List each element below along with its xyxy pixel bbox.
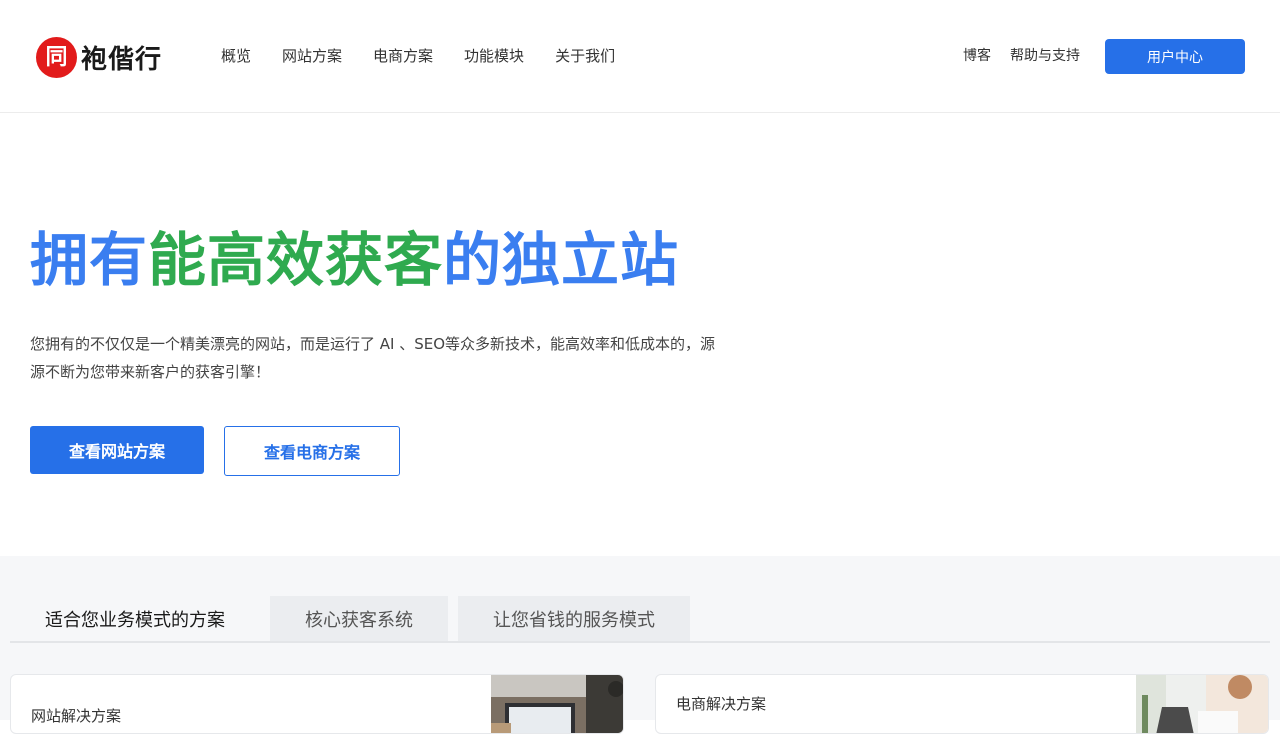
hero-description-line2: 源不断为您带来新客户的获客引擎！	[30, 363, 271, 381]
nav-item-about[interactable]: 关于我们	[555, 45, 615, 66]
laptop-photo-image	[491, 675, 623, 733]
nav-link-help[interactable]: 帮助与支持	[1010, 45, 1080, 65]
view-ecommerce-solutions-button[interactable]: 查看电商方案	[224, 426, 400, 476]
nav-item-website-solutions[interactable]: 网站方案	[282, 45, 342, 66]
ecommerce-solution-card-title: 电商解决方案	[676, 695, 767, 713]
tab-business-solutions[interactable]: 适合您业务模式的方案	[10, 596, 260, 642]
user-center-button[interactable]: 用户中心	[1105, 39, 1245, 74]
top-header: 同 袍偕行 概览 网站方案 电商方案 功能模块 关于我们 博客 帮助与支持 用户…	[0, 0, 1280, 113]
tab-divider	[10, 641, 1270, 643]
hero-description-line1: 您拥有的不仅仅是一个精美漂亮的网站，而是运行了 AI 、SEO等众多新技术，能高…	[30, 335, 716, 353]
nav-link-blog[interactable]: 博客	[963, 45, 991, 65]
hero-title-part2: 能高效获客	[148, 226, 444, 294]
nav-item-ecommerce-solutions[interactable]: 电商方案	[373, 45, 433, 66]
nav-item-overview[interactable]: 概览	[221, 45, 251, 66]
hero-title-part3: 的独立站	[443, 226, 680, 294]
hero-title: 拥有能高效获客的独立站	[30, 224, 679, 296]
ecommerce-solution-card[interactable]: 电商解决方案	[655, 674, 1269, 734]
main-nav: 概览 网站方案 电商方案 功能模块 关于我们	[221, 45, 646, 66]
tab-cost-saving-service[interactable]: 让您省钱的服务模式	[458, 596, 690, 642]
brand-logo[interactable]: 同 袍偕行	[36, 36, 162, 78]
hero-title-part1: 拥有	[30, 226, 149, 294]
view-website-solutions-button[interactable]: 查看网站方案	[30, 426, 204, 474]
website-solution-card[interactable]: 网站解决方案	[10, 674, 624, 734]
solutions-section: 适合您业务模式的方案 核心获客系统 让您省钱的服务模式 网站解决方案 电商解决方…	[0, 556, 1280, 734]
nav-item-features[interactable]: 功能模块	[464, 45, 524, 66]
shopping-photo-image	[1136, 675, 1268, 733]
logo-seal-icon: 同	[36, 36, 77, 78]
website-solution-card-title: 网站解决方案	[31, 707, 122, 725]
hero-description: 您拥有的不仅仅是一个精美漂亮的网站，而是运行了 AI 、SEO等众多新技术，能高…	[30, 330, 770, 386]
logo-text: 袍偕行	[81, 44, 163, 75]
tab-core-acquisition[interactable]: 核心获客系统	[270, 596, 448, 642]
